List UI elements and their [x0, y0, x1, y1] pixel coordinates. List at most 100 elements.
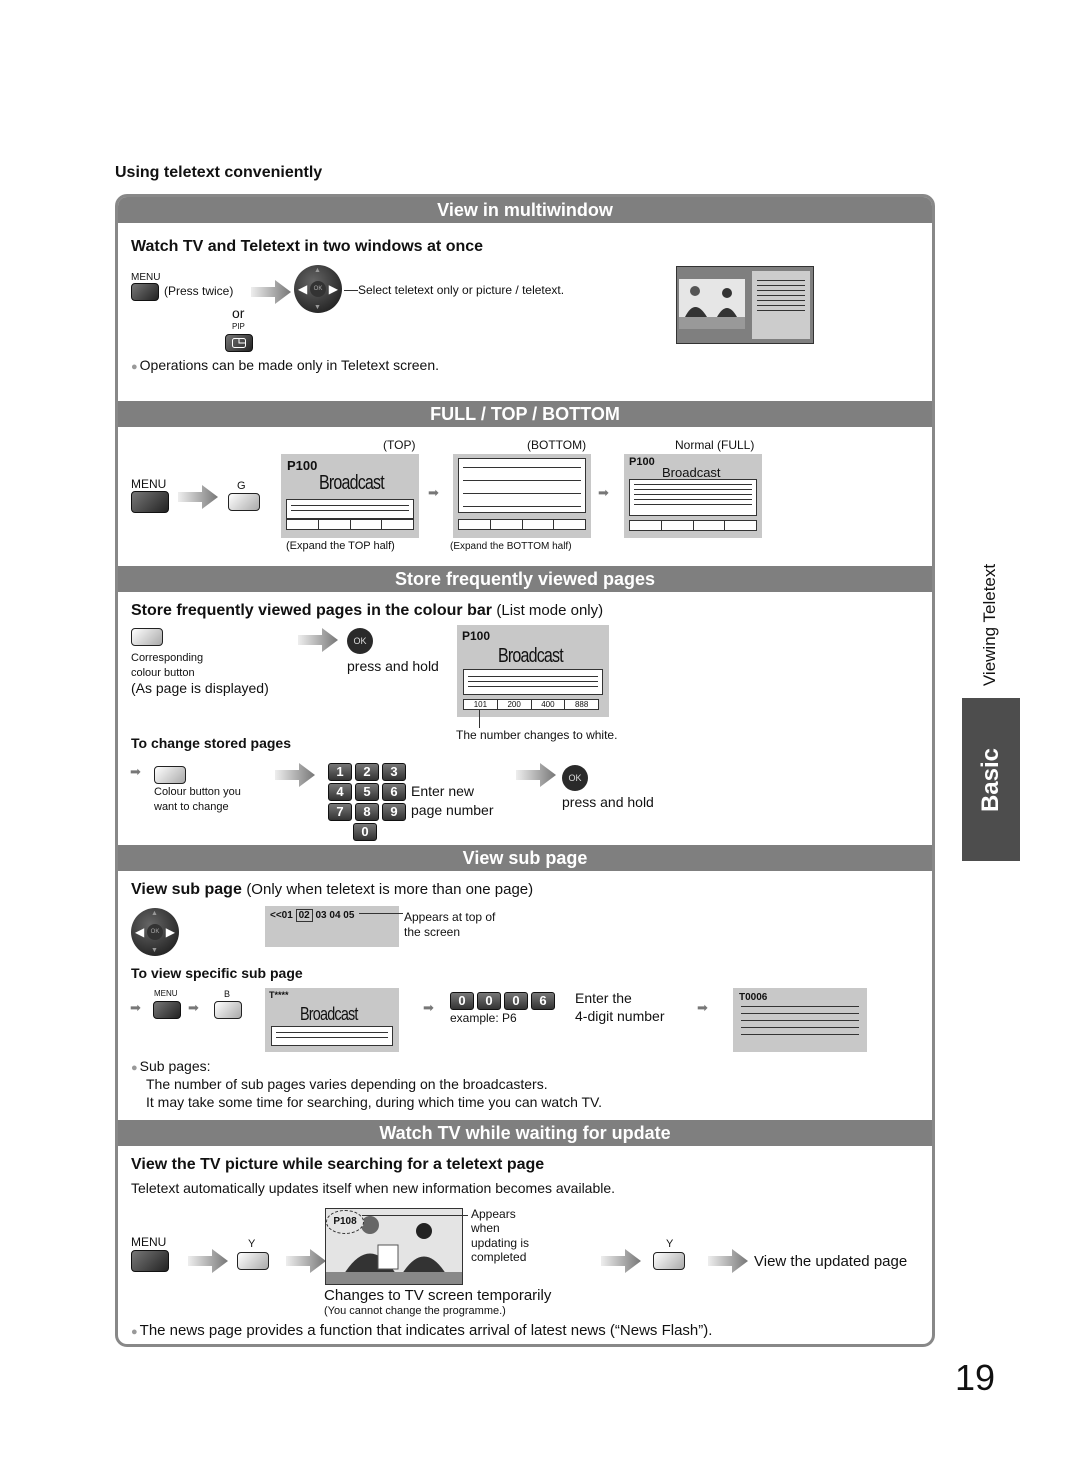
menu-button[interactable]: [131, 491, 169, 513]
section-title-vertical: Viewing Teletext: [980, 563, 999, 687]
b-label: B: [224, 989, 231, 999]
arrow-right-icon: [708, 1249, 748, 1273]
key-6[interactable]: 6: [382, 783, 406, 801]
key-0[interactable]: 0: [504, 992, 528, 1010]
pip-button[interactable]: [225, 334, 253, 352]
yellow-button[interactable]: [653, 1252, 685, 1270]
view-updated-label: View the updated page: [754, 1253, 908, 1270]
press-hold-label: press and hold: [347, 658, 439, 674]
tv-screen: P108: [325, 1208, 463, 1285]
y-label: Y: [666, 1238, 674, 1250]
as-displayed-label: (As page is displayed): [131, 680, 269, 696]
s4-note-2: It may take some time for searching, dur…: [146, 1094, 602, 1110]
tv-picture: [679, 279, 745, 329]
example-label: example: P6: [450, 1011, 517, 1025]
cannot-label: (You cannot change the programme.): [324, 1305, 506, 1317]
leader-line: [344, 290, 358, 291]
appears-label-4: completed: [471, 1250, 527, 1264]
result-screen: T0006: [733, 988, 867, 1052]
yellow-button[interactable]: [237, 1252, 269, 1270]
band-view-sub-page: View sub page: [118, 845, 932, 871]
arrow-right-icon: [188, 1249, 228, 1273]
or-label: or: [232, 305, 245, 321]
dpad-button[interactable]: ▲ ◀ OK ▶ ▼: [294, 265, 342, 313]
leader-line: [362, 1215, 468, 1216]
number-keypad: 123 456 789 0: [328, 763, 418, 843]
page-badge: P108: [326, 1210, 364, 1234]
dpad-button[interactable]: ▲ ◀ OK ▶ ▼: [131, 908, 179, 956]
menu-label: MENU: [131, 272, 161, 283]
enter-new-label: Enter new: [411, 783, 475, 799]
colour-bar-slot: 200: [498, 700, 532, 709]
bottom-caption: (Expand the BOTTOM half): [450, 541, 572, 552]
s5-bullet: The news page provides a function that i…: [131, 1322, 713, 1339]
arrow-right-icon: [516, 763, 556, 787]
specific-heading: To view specific sub page: [131, 965, 303, 981]
arrow-right-icon: [178, 485, 218, 509]
arrow-right-icon: ➡: [423, 1000, 434, 1015]
arrow-right-icon: ➡: [428, 485, 439, 500]
arrow-right-icon: [251, 280, 291, 304]
four-digit-label: 4-digit number: [575, 1008, 665, 1024]
colour-bar-slot: 400: [532, 700, 566, 709]
band-full-top-bottom: FULL / TOP / BOTTOM: [118, 401, 932, 427]
top-half-screen: P100 Broadcast: [281, 454, 419, 538]
s5-subtitle: View the TV picture while searching for …: [131, 1156, 545, 1173]
green-button[interactable]: [228, 493, 260, 511]
arrow-right-icon: [286, 1249, 326, 1273]
band-watch-tv-update: Watch TV while waiting for update: [118, 1120, 932, 1146]
key-5[interactable]: 5: [355, 783, 379, 801]
key-6[interactable]: 6: [531, 992, 555, 1010]
full-screen: P100 Broadcast: [624, 454, 762, 538]
page-number-label: page number: [411, 802, 494, 818]
menu-label: MENU: [131, 1235, 167, 1249]
broadcast-title: Broadcast: [319, 472, 385, 494]
multiwindow-illustration: [676, 266, 814, 344]
key-0[interactable]: 0: [353, 823, 377, 841]
key-2[interactable]: 2: [355, 763, 379, 781]
ok-button[interactable]: OK: [347, 628, 373, 654]
s5-desc: Teletext automatically updates itself wh…: [131, 1180, 616, 1196]
ok-button[interactable]: OK: [562, 765, 588, 791]
key-3[interactable]: 3: [382, 763, 406, 781]
page-number: P100: [629, 456, 655, 468]
menu-button[interactable]: [153, 1001, 181, 1019]
band-view-in-multiwindow: View in multiwindow: [118, 197, 932, 223]
appears-label-1: Appears at top of: [404, 910, 496, 924]
basic-tab: Basic: [962, 698, 1020, 861]
appears-label-1: Appears: [471, 1207, 516, 1221]
key-7[interactable]: 7: [328, 803, 352, 821]
page-number: T****: [269, 990, 289, 1000]
blue-button[interactable]: [214, 1001, 242, 1019]
s4-subtitle: View sub page (Only when teletext is mor…: [131, 881, 534, 898]
colour-button[interactable]: [131, 628, 163, 646]
page-number: P100: [462, 629, 491, 643]
key-0[interactable]: 0: [450, 992, 474, 1010]
key-8[interactable]: 8: [355, 803, 379, 821]
pip-label: PIP: [232, 322, 245, 331]
broadcast-title: Broadcast: [300, 1004, 358, 1024]
y-label: Y: [248, 1238, 256, 1250]
number-note: The number changes to white.: [456, 728, 618, 742]
sub-page-search-screen: T**** Broadcast: [265, 988, 399, 1052]
band-store-pages: Store frequently viewed pages: [118, 566, 932, 592]
menu-button[interactable]: [131, 1250, 169, 1272]
change-heading: To change stored pages: [131, 735, 291, 751]
colour-bar-slot: 888: [574, 700, 589, 709]
key-9[interactable]: 9: [382, 803, 406, 821]
newsreaders-image: [679, 286, 745, 329]
page-heading: Using teletext conveniently: [115, 164, 323, 181]
page-number: P100: [287, 458, 318, 473]
select-note: Select teletext only or picture / telete…: [358, 283, 565, 297]
colour-button-label-2: colour button: [131, 667, 195, 679]
menu-button[interactable]: [131, 283, 159, 301]
menu-label: MENU: [154, 989, 178, 998]
colour-bar-slot: 101: [464, 700, 498, 709]
key-0[interactable]: 0: [477, 992, 501, 1010]
key-1[interactable]: 1: [328, 763, 352, 781]
colour-button[interactable]: [154, 766, 186, 784]
key-4[interactable]: 4: [328, 783, 352, 801]
press-twice-label: (Press twice): [164, 284, 234, 298]
content-frame: View in multiwindow Watch TV and Teletex…: [115, 194, 935, 1347]
s4-note-1: The number of sub pages varies depending…: [146, 1076, 548, 1092]
